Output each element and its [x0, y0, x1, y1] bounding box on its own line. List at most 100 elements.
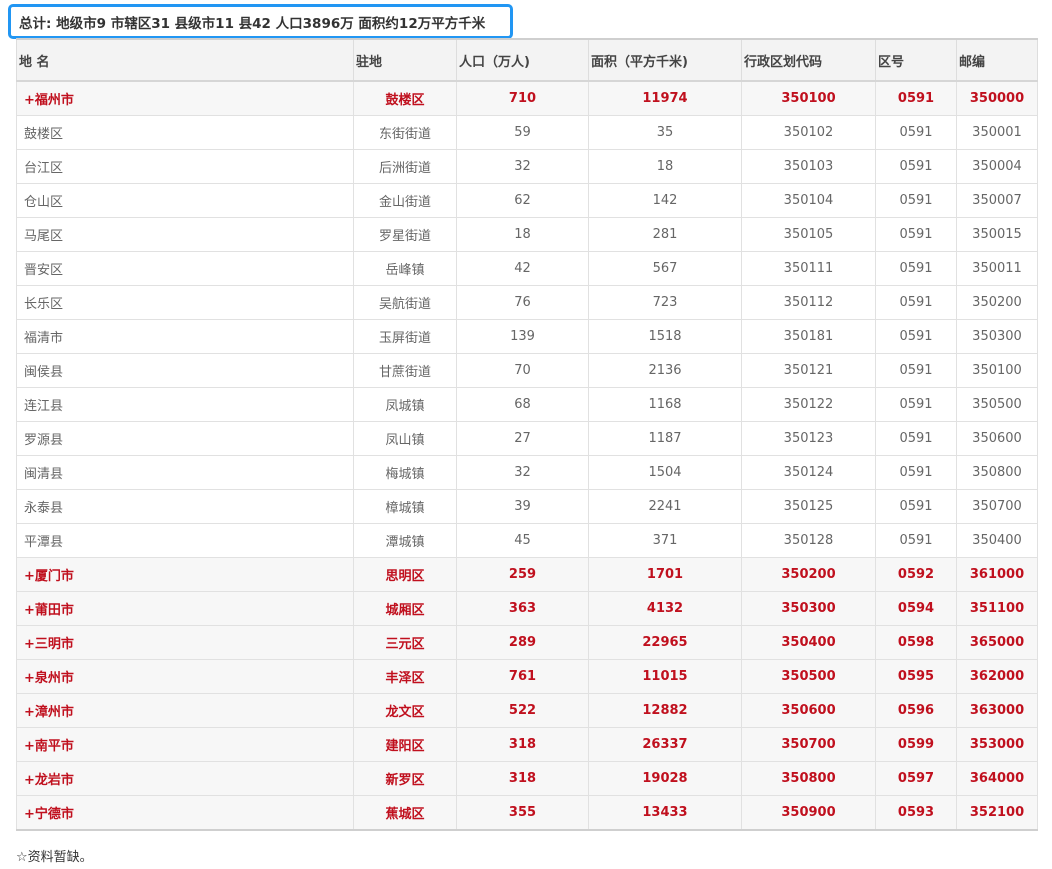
cell-name: 闽侯县	[16, 353, 354, 388]
cell-area-code: 0591	[875, 353, 957, 388]
city-row[interactable]: +宁德市 蕉城区 355 13433 350900 0593 352100	[16, 795, 1038, 831]
cell-area: 2241	[588, 489, 742, 524]
cell-postal-code: 350011	[956, 251, 1038, 286]
cell-name: 马尾区	[16, 217, 354, 252]
cell-division-code: 350122	[741, 387, 876, 422]
city-expand-link[interactable]: +厦门市	[16, 557, 354, 592]
cell-area: 26337	[588, 727, 742, 762]
cell-area: 142	[588, 183, 742, 218]
table-row: 长乐区 吴航街道 76 723 350112 0591 350200	[16, 285, 1038, 320]
city-expand-link[interactable]: +泉州市	[16, 659, 354, 694]
cell-area: 22965	[588, 625, 742, 660]
cell-area-code: 0591	[875, 149, 957, 184]
cell-postal-code: 350200	[956, 285, 1038, 320]
cell-population: 27	[456, 421, 589, 456]
table-row: 台江区 后洲街道 32 18 350103 0591 350004	[16, 149, 1038, 184]
cell-population: 59	[456, 115, 589, 150]
cell-area: 11015	[588, 659, 742, 694]
cell-division-code: 350700	[741, 727, 876, 762]
cell-area: 13433	[588, 795, 742, 831]
cell-population: 355	[456, 795, 589, 831]
city-row[interactable]: +龙岩市 新罗区 318 19028 350800 0597 364000	[16, 761, 1038, 796]
table-row: 仓山区 金山街道 62 142 350104 0591 350007	[16, 183, 1038, 218]
cell-name: 鼓楼区	[16, 115, 354, 150]
cell-population: 761	[456, 659, 589, 694]
cell-postal-code: 350400	[956, 523, 1038, 558]
cell-area-code: 0591	[875, 285, 957, 320]
cell-area: 19028	[588, 761, 742, 796]
cell-division-code: 350500	[741, 659, 876, 694]
cell-division-code: 350104	[741, 183, 876, 218]
city-expand-link[interactable]: +漳州市	[16, 693, 354, 728]
city-row[interactable]: +福州市 鼓楼区 710 11974 350100 0591 350000	[16, 80, 1038, 116]
cell-area-code: 0591	[875, 217, 957, 252]
cell-postal-code: 361000	[956, 557, 1038, 592]
cell-area-code: 0594	[875, 591, 957, 626]
cell-name: 晋安区	[16, 251, 354, 286]
header-name: 地 名	[16, 38, 354, 82]
city-row[interactable]: +南平市 建阳区 318 26337 350700 0599 353000	[16, 727, 1038, 762]
cell-postal-code: 362000	[956, 659, 1038, 694]
region-table: 地 名 驻地 人口（万人) 面积（平方千米) 行政区划代码 区号 邮编 +福州市…	[16, 38, 1038, 831]
cell-seat: 鼓楼区	[353, 80, 457, 116]
cell-area-code: 0591	[875, 115, 957, 150]
cell-population: 42	[456, 251, 589, 286]
cell-population: 39	[456, 489, 589, 524]
cell-seat: 凤城镇	[353, 387, 457, 422]
city-expand-link[interactable]: +宁德市	[16, 795, 354, 831]
cell-seat: 建阳区	[353, 727, 457, 762]
city-expand-link[interactable]: +南平市	[16, 727, 354, 762]
cell-area: 1504	[588, 455, 742, 490]
cell-postal-code: 365000	[956, 625, 1038, 660]
cell-area-code: 0591	[875, 251, 957, 286]
cell-division-code: 350103	[741, 149, 876, 184]
cell-population: 68	[456, 387, 589, 422]
cell-name: 平潭县	[16, 523, 354, 558]
city-expand-link[interactable]: +龙岩市	[16, 761, 354, 796]
city-expand-link[interactable]: +三明市	[16, 625, 354, 660]
cell-area-code: 0591	[875, 387, 957, 422]
cell-area-code: 0591	[875, 183, 957, 218]
cell-population: 45	[456, 523, 589, 558]
cell-area-code: 0591	[875, 421, 957, 456]
cell-area-code: 0598	[875, 625, 957, 660]
cell-name: 连江县	[16, 387, 354, 422]
cell-population: 18	[456, 217, 589, 252]
cell-seat: 甘蔗街道	[353, 353, 457, 388]
cell-seat: 吴航街道	[353, 285, 457, 320]
cell-name: 永泰县	[16, 489, 354, 524]
cell-area-code: 0599	[875, 727, 957, 762]
city-expand-link[interactable]: +福州市	[16, 80, 354, 116]
cell-division-code: 350105	[741, 217, 876, 252]
cell-name: 闽清县	[16, 455, 354, 490]
cell-name: 罗源县	[16, 421, 354, 456]
cell-name: 仓山区	[16, 183, 354, 218]
city-row[interactable]: +三明市 三元区 289 22965 350400 0598 365000	[16, 625, 1038, 660]
cell-population: 259	[456, 557, 589, 592]
city-row[interactable]: +漳州市 龙文区 522 12882 350600 0596 363000	[16, 693, 1038, 728]
table-row: 连江县 凤城镇 68 1168 350122 0591 350500	[16, 387, 1038, 422]
cell-population: 70	[456, 353, 589, 388]
cell-area-code: 0592	[875, 557, 957, 592]
cell-area: 2136	[588, 353, 742, 388]
city-row[interactable]: +厦门市 思明区 259 1701 350200 0592 361000	[16, 557, 1038, 592]
cell-population: 62	[456, 183, 589, 218]
table-row: 马尾区 罗星街道 18 281 350105 0591 350015	[16, 217, 1038, 252]
city-expand-link[interactable]: +莆田市	[16, 591, 354, 626]
cell-division-code: 350121	[741, 353, 876, 388]
table-row: 平潭县 潭城镇 45 371 350128 0591 350400	[16, 523, 1038, 558]
cell-area-code: 0591	[875, 80, 957, 116]
cell-area: 35	[588, 115, 742, 150]
cell-division-code: 350800	[741, 761, 876, 796]
table-row: 永泰县 樟城镇 39 2241 350125 0591 350700	[16, 489, 1038, 524]
city-row[interactable]: +莆田市 城厢区 363 4132 350300 0594 351100	[16, 591, 1038, 626]
cell-area: 723	[588, 285, 742, 320]
city-row[interactable]: +泉州市 丰泽区 761 11015 350500 0595 362000	[16, 659, 1038, 694]
cell-area-code: 0591	[875, 455, 957, 490]
cell-division-code: 350300	[741, 591, 876, 626]
cell-area: 1168	[588, 387, 742, 422]
cell-seat: 城厢区	[353, 591, 457, 626]
cell-division-code: 350600	[741, 693, 876, 728]
cell-postal-code: 350015	[956, 217, 1038, 252]
cell-population: 363	[456, 591, 589, 626]
